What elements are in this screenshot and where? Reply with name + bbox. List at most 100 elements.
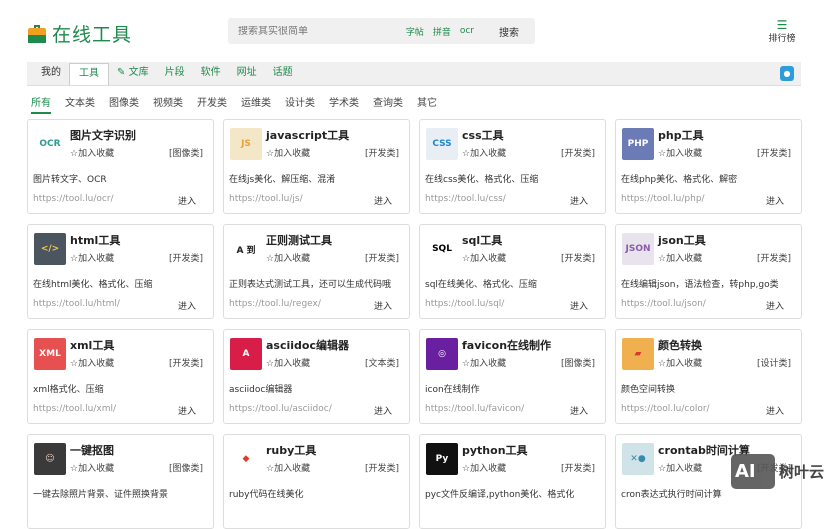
tool-url[interactable]: https://tool.lu/sql/ xyxy=(425,299,504,309)
tool-name[interactable]: 正则测试工具 xyxy=(266,232,332,248)
tool-url[interactable]: https://tool.lu/asciidoc/ xyxy=(229,404,332,414)
tool-name[interactable]: python工具 xyxy=(462,442,528,458)
tab-mine[interactable]: 我的 xyxy=(27,61,69,85)
category-tab[interactable]: 视频类 xyxy=(153,94,183,114)
tool-url[interactable]: https://tool.lu/regex/ xyxy=(229,299,321,309)
chat-icon[interactable]: ● xyxy=(780,66,794,81)
enter-button[interactable]: 进入 xyxy=(374,299,392,312)
tool-url[interactable]: https://tool.lu/css/ xyxy=(425,194,506,204)
tab-tools[interactable]: 工具 xyxy=(69,63,109,85)
tab-library[interactable]: ✎ 文库 xyxy=(109,61,157,85)
enter-button[interactable]: 进入 xyxy=(178,194,196,207)
add-favorite-button[interactable]: ☆加入收藏 xyxy=(70,146,114,159)
tool-card[interactable]: JS javascript工具 ☆加入收藏 [开发类] 在线js美化、解压缩、混… xyxy=(223,119,410,214)
tool-name[interactable]: html工具 xyxy=(70,232,120,248)
tool-name[interactable]: json工具 xyxy=(658,232,706,248)
enter-button[interactable]: 进入 xyxy=(766,299,784,312)
tool-card[interactable]: A asciidoc编辑器 ☆加入收藏 [文本类] asciidoc编辑器 ht… xyxy=(223,329,410,424)
tab-urls[interactable]: 网址 xyxy=(229,61,265,85)
add-favorite-button[interactable]: ☆加入收藏 xyxy=(70,461,114,474)
add-favorite-button[interactable]: ☆加入收藏 xyxy=(658,251,702,264)
tool-category[interactable]: [开发类] xyxy=(365,461,399,474)
enter-button[interactable]: 进入 xyxy=(178,404,196,417)
tool-card[interactable]: ☺ 一键抠图 ☆加入收藏 [图像类] 一键去除照片背景、证件照换背景 xyxy=(27,434,214,529)
category-tab[interactable]: 开发类 xyxy=(197,94,227,114)
tool-card[interactable]: Py python工具 ☆加入收藏 [开发类] pyc文件反编译,python美… xyxy=(419,434,606,529)
tool-card[interactable]: XML xml工具 ☆加入收藏 [开发类] xml格式化、压缩 https://… xyxy=(27,329,214,424)
tool-name[interactable]: 一键抠图 xyxy=(70,442,114,458)
add-favorite-button[interactable]: ☆加入收藏 xyxy=(70,356,114,369)
tool-category[interactable]: [图像类] xyxy=(169,146,203,159)
tool-name[interactable]: ruby工具 xyxy=(266,442,316,458)
tool-card[interactable]: CSS css工具 ☆加入收藏 [开发类] 在线css美化、格式化、压缩 htt… xyxy=(419,119,606,214)
category-tab[interactable]: 设计类 xyxy=(285,94,315,114)
add-favorite-button[interactable]: ☆加入收藏 xyxy=(658,461,702,474)
category-tab[interactable]: 运维类 xyxy=(241,94,271,114)
add-favorite-button[interactable]: ☆加入收藏 xyxy=(658,356,702,369)
add-favorite-button[interactable]: ☆加入收藏 xyxy=(462,146,506,159)
tab-topics[interactable]: 话题 xyxy=(265,61,301,85)
add-favorite-button[interactable]: ☆加入收藏 xyxy=(462,251,506,264)
tool-name[interactable]: php工具 xyxy=(658,127,704,143)
tool-url[interactable]: https://tool.lu/favicon/ xyxy=(425,404,524,414)
category-tab[interactable]: 其它 xyxy=(417,94,437,114)
quick-link-ocr[interactable]: ocr xyxy=(460,26,474,36)
tool-category[interactable]: [设计类] xyxy=(757,356,791,369)
enter-button[interactable]: 进入 xyxy=(374,194,392,207)
tool-category[interactable]: [开发类] xyxy=(561,146,595,159)
tool-category[interactable]: [开发类] xyxy=(561,251,595,264)
tool-category[interactable]: [开发类] xyxy=(169,356,203,369)
add-favorite-button[interactable]: ☆加入收藏 xyxy=(266,251,310,264)
quick-link-pinyin[interactable]: 拼音 xyxy=(433,25,451,38)
enter-button[interactable]: 进入 xyxy=(178,299,196,312)
tool-category[interactable]: [图像类] xyxy=(561,356,595,369)
enter-button[interactable]: 进入 xyxy=(570,194,588,207)
add-favorite-button[interactable]: ☆加入收藏 xyxy=(462,461,506,474)
tool-card[interactable]: PHP php工具 ☆加入收藏 [开发类] 在线php美化、格式化、解密 htt… xyxy=(615,119,802,214)
tool-category[interactable]: [图像类] xyxy=(169,461,203,474)
site-logo[interactable]: 在线工具 xyxy=(28,20,132,47)
add-favorite-button[interactable]: ☆加入收藏 xyxy=(266,461,310,474)
category-tab[interactable]: 查询类 xyxy=(373,94,403,114)
tool-url[interactable]: https://tool.lu/json/ xyxy=(621,299,706,309)
tool-category[interactable]: [开发类] xyxy=(365,146,399,159)
quick-link-zitie[interactable]: 字帖 xyxy=(406,25,424,38)
tool-category[interactable]: [开发类] xyxy=(757,251,791,264)
enter-button[interactable]: 进入 xyxy=(570,404,588,417)
category-tab[interactable]: 图像类 xyxy=(109,94,139,114)
tool-url[interactable]: https://tool.lu/php/ xyxy=(621,194,705,204)
tool-category[interactable]: [开发类] xyxy=(169,251,203,264)
search-input[interactable] xyxy=(228,25,406,37)
add-favorite-button[interactable]: ☆加入收藏 xyxy=(462,356,506,369)
tool-name[interactable]: 颜色转换 xyxy=(658,337,702,353)
tool-card[interactable]: A 到 正则测试工具 ☆加入收藏 [开发类] 正则表达式测试工具，还可以生成代码… xyxy=(223,224,410,319)
add-favorite-button[interactable]: ☆加入收藏 xyxy=(70,251,114,264)
category-tab[interactable]: 文本类 xyxy=(65,94,95,114)
add-favorite-button[interactable]: ☆加入收藏 xyxy=(658,146,702,159)
tool-card[interactable]: JSON json工具 ☆加入收藏 [开发类] 在线编辑json，语法检查，转p… xyxy=(615,224,802,319)
tool-category[interactable]: [开发类] xyxy=(561,461,595,474)
enter-button[interactable]: 进入 xyxy=(766,404,784,417)
tool-card[interactable]: OCR 图片文字识别 ☆加入收藏 [图像类] 图片转文字、OCR https:/… xyxy=(27,119,214,214)
tool-name[interactable]: xml工具 xyxy=(70,337,114,353)
tool-card[interactable]: ◎ favicon在线制作 ☆加入收藏 [图像类] icon在线制作 https… xyxy=(419,329,606,424)
enter-button[interactable]: 进入 xyxy=(374,404,392,417)
tool-name[interactable]: asciidoc编辑器 xyxy=(266,337,349,353)
enter-button[interactable]: 进入 xyxy=(570,299,588,312)
category-tab[interactable]: 所有 xyxy=(31,94,51,114)
tool-url[interactable]: https://tool.lu/js/ xyxy=(229,194,303,204)
tool-url[interactable]: https://tool.lu/xml/ xyxy=(33,404,116,414)
tool-name[interactable]: 图片文字识别 xyxy=(70,127,136,143)
tool-card[interactable]: ◆ ruby工具 ☆加入收藏 [开发类] ruby代码在线美化 xyxy=(223,434,410,529)
tool-category[interactable]: [开发类] xyxy=(365,251,399,264)
tool-url[interactable]: https://tool.lu/ocr/ xyxy=(33,194,114,204)
category-tab[interactable]: 学术类 xyxy=(329,94,359,114)
tool-url[interactable]: https://tool.lu/color/ xyxy=(621,404,710,414)
add-favorite-button[interactable]: ☆加入收藏 xyxy=(266,146,310,159)
tool-name[interactable]: css工具 xyxy=(462,127,504,143)
tool-category[interactable]: [开发类] xyxy=(757,146,791,159)
tool-url[interactable]: https://tool.lu/html/ xyxy=(33,299,120,309)
tool-category[interactable]: [文本类] xyxy=(365,356,399,369)
tool-name[interactable]: favicon在线制作 xyxy=(462,337,551,353)
ranking-button[interactable]: ☰ 排行榜 xyxy=(768,19,796,44)
